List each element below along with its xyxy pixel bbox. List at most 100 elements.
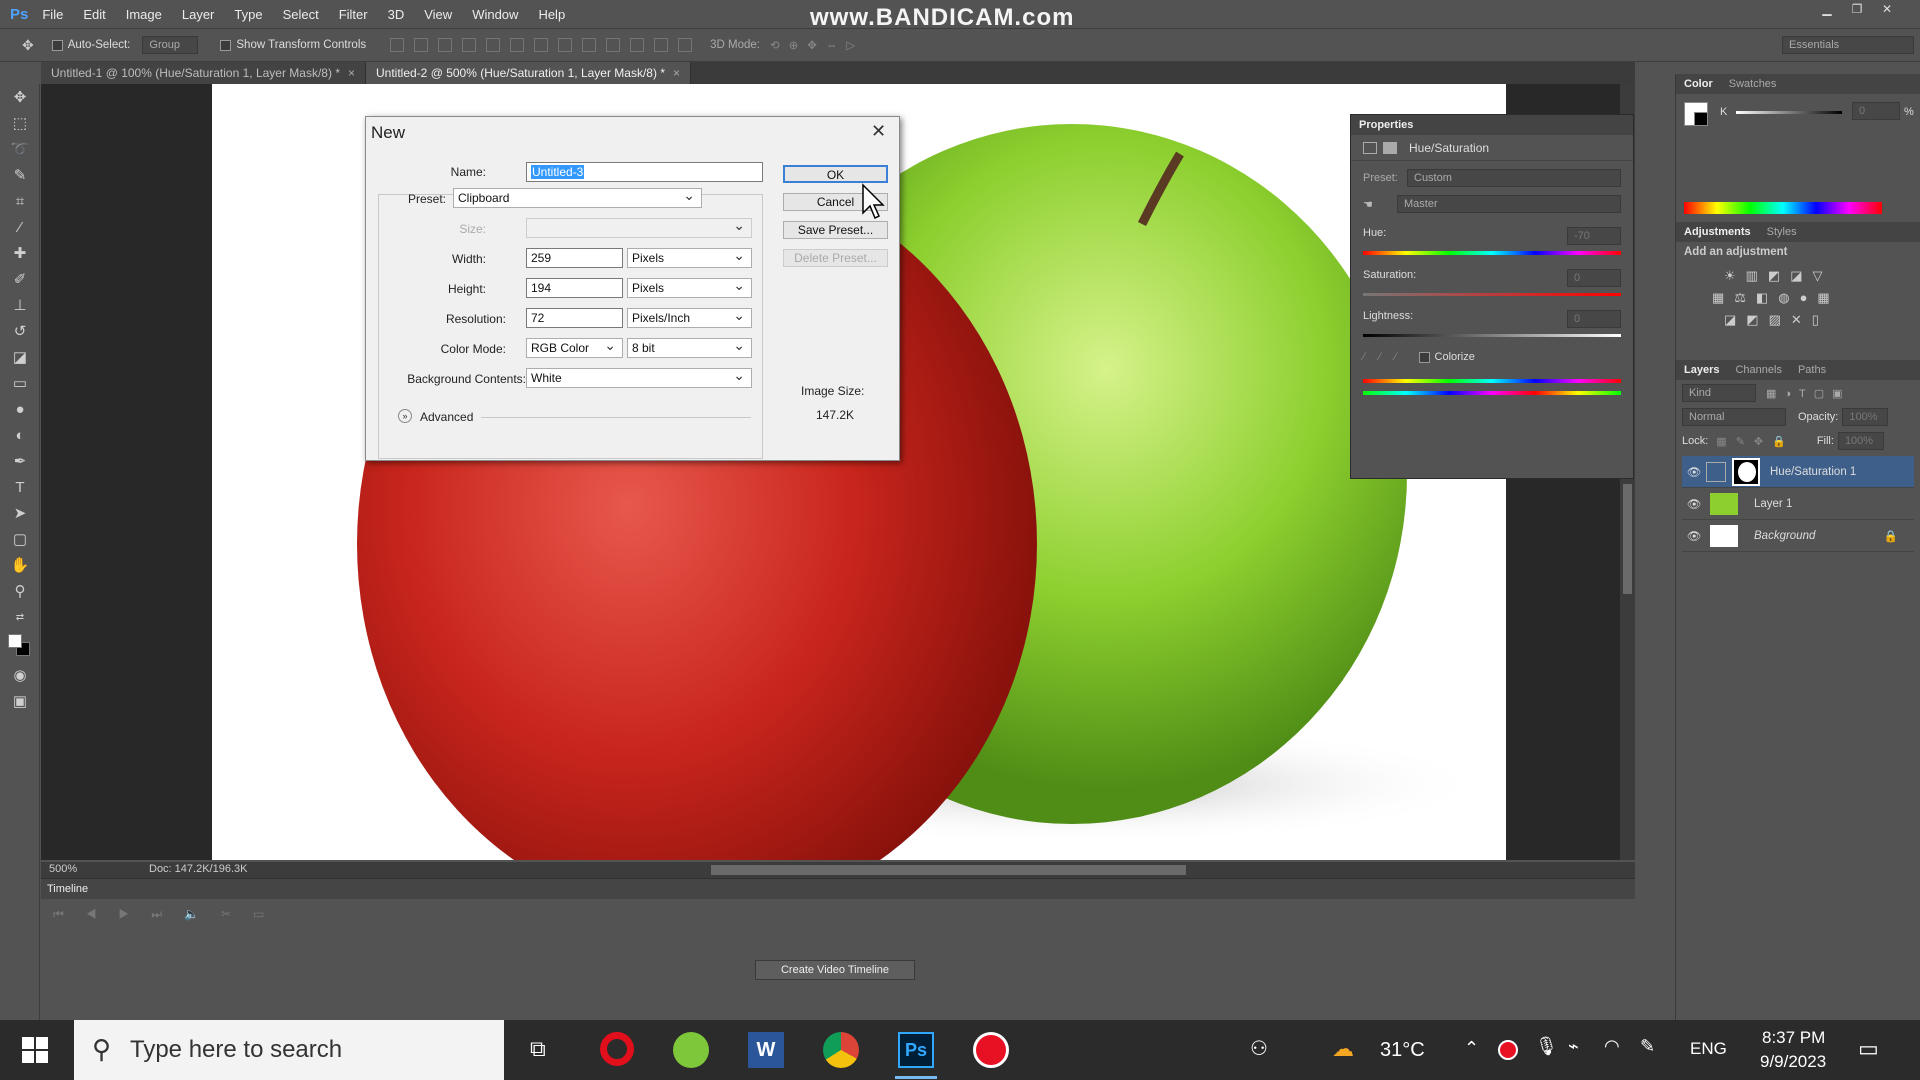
width-unit-select[interactable]: Pixels: [627, 247, 752, 268]
pen-tool-icon[interactable]: ✒: [0, 448, 40, 474]
history-brush-tool-icon[interactable]: ↺: [0, 318, 40, 344]
menu-layer[interactable]: Layer: [182, 7, 215, 22]
align-top-icon[interactable]: [390, 38, 405, 52]
zoom-level[interactable]: 500%: [49, 863, 77, 875]
screen-mode-icon[interactable]: ▣: [0, 688, 40, 714]
adjustment-icons-row-2[interactable]: ▦⚖◧◍●▦: [1684, 290, 1912, 306]
color-spectrum[interactable]: [1684, 202, 1882, 214]
marquee-tool-icon[interactable]: ⬚: [0, 110, 40, 136]
weather-temp[interactable]: 31°C: [1380, 1039, 1425, 1062]
lightness-value[interactable]: 0: [1567, 310, 1621, 328]
auto-align-icon[interactable]: [678, 38, 693, 52]
restore-icon[interactable]: ❐: [1846, 2, 1868, 16]
move-tool-icon[interactable]: ✥: [22, 37, 34, 54]
k-slider[interactable]: [1736, 111, 1842, 114]
tab-paths[interactable]: Paths: [1790, 364, 1834, 376]
save-preset-button[interactable]: Save Preset...: [783, 221, 888, 239]
visibility-eye-icon[interactable]: 👁: [1682, 529, 1706, 543]
minimize-icon[interactable]: ▁: [1816, 2, 1838, 16]
notifications-icon[interactable]: ▭: [1858, 1036, 1879, 1062]
windows-start-icon[interactable]: [22, 1037, 48, 1063]
distribute-left-icon[interactable]: [606, 38, 621, 52]
adjustment-icons-row-1[interactable]: ☀▥◩◪▽: [1684, 268, 1912, 284]
layer-filter-icons[interactable]: ▦◑T▢▣: [1766, 387, 1851, 400]
photoshop-taskbar-icon[interactable]: Ps: [898, 1032, 934, 1068]
hue-slider[interactable]: [1363, 251, 1621, 255]
saturation-slider[interactable]: [1363, 293, 1621, 296]
align-right-icon[interactable]: [510, 38, 525, 52]
resolution-field[interactable]: 72: [526, 308, 623, 328]
quick-mask-icon[interactable]: ◉: [0, 662, 40, 688]
blend-mode-select[interactable]: Normal: [1682, 408, 1786, 426]
task-view-icon[interactable]: ⧉: [530, 1036, 546, 1062]
height-field[interactable]: 194: [526, 278, 623, 298]
align-left-icon[interactable]: [462, 38, 477, 52]
lasso-tool-icon[interactable]: ➰: [0, 136, 40, 162]
preset-select[interactable]: Custom: [1407, 169, 1621, 187]
timeline-controls[interactable]: ⏮◀▶⏭🔈✂▭: [41, 899, 1635, 930]
green-app-icon[interactable]: [673, 1032, 709, 1068]
menu-window[interactable]: Window: [472, 7, 518, 22]
dodge-tool-icon[interactable]: ◐: [0, 422, 40, 448]
microphone-icon[interactable]: 🎙: [1535, 1036, 1558, 1057]
menu-filter[interactable]: Filter: [339, 7, 368, 22]
layer-filter-kind-select[interactable]: Kind: [1682, 384, 1756, 402]
close-icon[interactable]: ✕: [871, 121, 886, 142]
quick-select-tool-icon[interactable]: ✎: [0, 162, 40, 188]
blur-tool-icon[interactable]: ●: [0, 396, 40, 422]
tab-swatches[interactable]: Swatches: [1721, 78, 1785, 90]
auto-select-checkbox[interactable]: [51, 39, 63, 51]
align-center-icon[interactable]: [486, 38, 501, 52]
saturation-value[interactable]: 0: [1567, 269, 1621, 287]
menu-type[interactable]: Type: [234, 7, 262, 22]
menu-image[interactable]: Image: [126, 7, 162, 22]
adjustment-icons-row-3[interactable]: ◪◩▨✕▯: [1684, 312, 1912, 328]
tab-color[interactable]: Color: [1676, 78, 1721, 90]
mask-icon[interactable]: [1383, 141, 1397, 154]
foreground-background-swatch[interactable]: [0, 630, 40, 662]
align-middle-icon[interactable]: [414, 38, 429, 52]
menu-edit[interactable]: Edit: [83, 7, 105, 22]
layer-row-hue-saturation[interactable]: 👁 Hue/Saturation 1: [1682, 456, 1914, 488]
channel-select[interactable]: Master: [1397, 195, 1621, 213]
language-indicator[interactable]: ENG: [1690, 1039, 1727, 1059]
clone-stamp-tool-icon[interactable]: ⊥: [0, 292, 40, 318]
hue-value[interactable]: -70: [1567, 227, 1621, 245]
close-icon[interactable]: ✕: [1876, 2, 1898, 16]
tab-styles[interactable]: Styles: [1759, 226, 1805, 238]
menu-view[interactable]: View: [424, 7, 452, 22]
background-color-swatch[interactable]: [1694, 112, 1708, 126]
distribute-right-icon[interactable]: [654, 38, 669, 52]
eyedropper-icons[interactable]: ⁄⁄⁄: [1363, 351, 1411, 363]
weather-icon[interactable]: ☁: [1332, 1036, 1354, 1062]
menu-3d[interactable]: 3D: [388, 7, 405, 22]
wifi-icon[interactable]: ◠: [1604, 1036, 1620, 1057]
ok-button[interactable]: OK: [783, 165, 888, 183]
menu-select[interactable]: Select: [283, 7, 319, 22]
layer-mask-thumb[interactable]: [1732, 457, 1760, 486]
recording-tray-icon[interactable]: [1498, 1040, 1518, 1060]
crop-tool-icon[interactable]: ⌗: [0, 188, 40, 214]
height-unit-select[interactable]: Pixels: [627, 277, 752, 298]
width-field[interactable]: 259: [526, 248, 623, 268]
healing-brush-tool-icon[interactable]: ✚: [0, 240, 40, 266]
colorize-checkbox[interactable]: [1418, 351, 1430, 363]
layer-name[interactable]: Layer 1: [1754, 498, 1792, 510]
tab-channels[interactable]: Channels: [1727, 364, 1789, 376]
tab-adjustments[interactable]: Adjustments: [1676, 226, 1759, 238]
bandicam-record-icon[interactable]: [973, 1032, 1009, 1068]
path-select-tool-icon[interactable]: ➤: [0, 500, 40, 526]
show-hidden-icons-icon[interactable]: ⌃: [1464, 1038, 1479, 1059]
clock-date[interactable]: 9/9/2023: [1760, 1052, 1826, 1072]
distribute-bottom-icon[interactable]: [582, 38, 597, 52]
opacity-value[interactable]: 100%: [1842, 408, 1889, 426]
word-icon[interactable]: W: [748, 1032, 784, 1068]
lock-icons[interactable]: ▦✎✥🔒: [1716, 435, 1795, 448]
adjustment-icon[interactable]: [1363, 141, 1377, 154]
align-bottom-icon[interactable]: [438, 38, 453, 52]
visibility-eye-icon[interactable]: 👁: [1682, 497, 1706, 511]
layer-row-layer-1[interactable]: 👁 Layer 1: [1682, 488, 1914, 520]
advanced-expand-icon[interactable]: »: [398, 409, 412, 423]
gradient-tool-icon[interactable]: ▭: [0, 370, 40, 396]
fill-value[interactable]: 100%: [1837, 432, 1884, 450]
